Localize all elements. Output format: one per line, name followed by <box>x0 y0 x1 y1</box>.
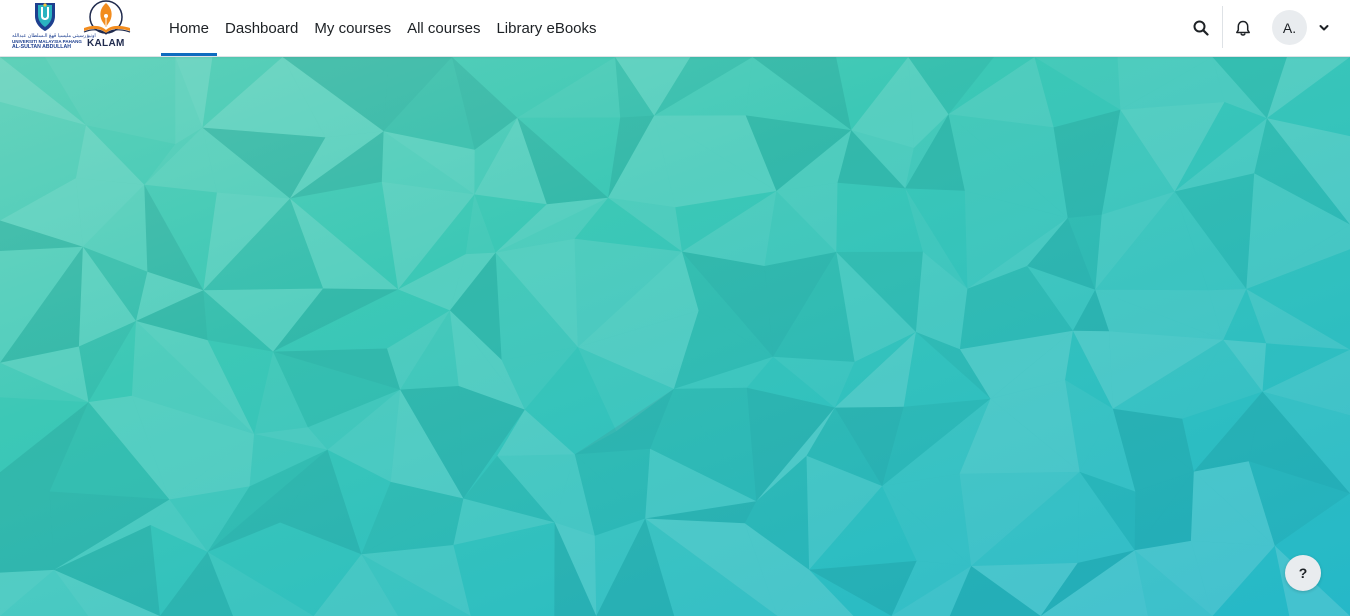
user-menu-toggle[interactable] <box>1314 19 1334 37</box>
university-logo[interactable]: اونيۏرسيتي مليسيا ڤهڠ الـسلطان عبدالله U… <box>12 2 96 50</box>
kalam-pen-book-icon <box>83 0 131 35</box>
help-button[interactable]: ? <box>1285 555 1321 591</box>
search-icon <box>1193 20 1209 36</box>
kalam-logo[interactable]: KALAM <box>82 0 132 52</box>
nav-dashboard[interactable]: Dashboard <box>217 0 306 56</box>
nav-all-courses[interactable]: All courses <box>399 0 488 56</box>
nav-library-ebooks[interactable]: Library eBooks <box>488 0 604 56</box>
low-poly-background <box>0 57 1350 616</box>
primary-navigation: Home Dashboard My courses All courses Li… <box>161 0 605 56</box>
nav-home[interactable]: Home <box>161 0 218 56</box>
kalam-logo-text: KALAM <box>87 38 125 49</box>
nav-my-courses[interactable]: My courses <box>306 0 399 56</box>
hero-banner <box>0 57 1350 616</box>
chevron-down-icon <box>1319 25 1329 31</box>
university-name-line2: AL-SULTAN ABDULLAH <box>12 44 71 50</box>
top-navbar: اونيۏرسيتي مليسيا ڤهڠ الـسلطان عبدالله U… <box>0 0 1350 57</box>
navbar-divider <box>1222 6 1223 48</box>
bell-icon <box>1236 20 1250 36</box>
user-avatar[interactable]: A. <box>1272 10 1307 45</box>
search-button[interactable] <box>1187 14 1215 42</box>
university-shield-icon <box>35 3 55 31</box>
notifications-button[interactable] <box>1229 14 1257 42</box>
